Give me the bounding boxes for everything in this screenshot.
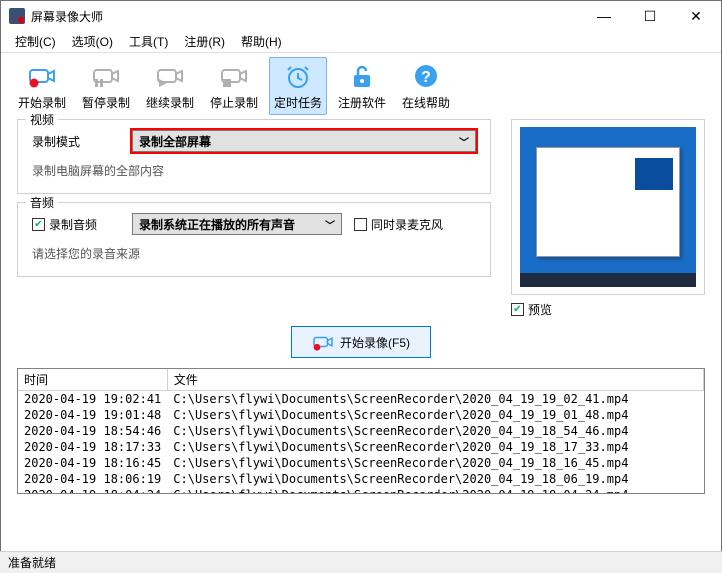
cell-file: C:\Users\flywi\Documents\ScreenRecorder\… [167, 439, 703, 455]
start-record-button[interactable]: 开始录制 [13, 57, 71, 115]
toolbar-label: 定时任务 [274, 94, 322, 111]
start-recording-button[interactable]: 开始录像(F5) [291, 326, 431, 358]
table-row[interactable]: 2020-04-19 18:04:24C:\Users\flywi\Docume… [18, 487, 704, 494]
checkbox-label: 录制音频 [49, 216, 97, 233]
toolbar-label: 继续录制 [146, 94, 194, 111]
menu-control[interactable]: 控制(C) [7, 31, 64, 52]
minimize-button[interactable]: — [581, 1, 627, 31]
preview-box [511, 119, 705, 295]
table-row[interactable]: 2020-04-19 18:06:19C:\Users\flywi\Docume… [18, 471, 704, 487]
button-label: 开始录像(F5) [340, 334, 410, 351]
recordings-table[interactable]: 时间 文件 2020-04-19 19:02:41C:\Users\flywi\… [17, 368, 705, 494]
status-text: 准备就绪 [8, 554, 56, 571]
help-online-button[interactable]: ? 在线帮助 [397, 57, 455, 115]
cell-file: C:\Users\flywi\Documents\ScreenRecorder\… [167, 423, 703, 439]
chevron-down-icon: ﹀ [459, 134, 469, 149]
checkbox-label: 预览 [528, 301, 552, 318]
timer-task-button[interactable]: 定时任务 [269, 57, 327, 115]
checkbox-icon [354, 218, 367, 231]
cell-time: 2020-04-19 18:54:46 [18, 423, 167, 439]
table-row[interactable]: 2020-04-19 19:01:48C:\Users\flywi\Docume… [18, 407, 704, 423]
lock-icon [348, 62, 376, 90]
checkbox-icon: ✔ [32, 218, 45, 231]
audio-groupbox: 音频 ✔ 录制音频 录制系统正在播放的所有声音 ﹀ 同时录麦克风 [17, 202, 491, 277]
toolbar-label: 开始录制 [18, 94, 66, 111]
preview-image [520, 127, 696, 287]
table-row[interactable]: 2020-04-19 18:16:45C:\Users\flywi\Docume… [18, 455, 704, 471]
cell-file: C:\Users\flywi\Documents\ScreenRecorder\… [167, 487, 703, 494]
checkbox-label: 同时录麦克风 [371, 216, 443, 233]
camera-icon [220, 62, 248, 90]
video-legend: 视频 [26, 111, 58, 128]
toolbar-label: 停止录制 [210, 94, 258, 111]
cell-time: 2020-04-19 18:16:45 [18, 455, 167, 471]
toolbar: 开始录制 暂停录制 继续录制 停止录制 定时任务 注册软件 ? 在线帮助 [1, 53, 721, 119]
resume-record-button[interactable]: 继续录制 [141, 57, 199, 115]
statusbar: 准备就绪 [0, 551, 722, 573]
cell-time: 2020-04-19 18:06:19 [18, 471, 167, 487]
audio-legend: 音频 [26, 194, 58, 211]
pause-record-button[interactable]: 暂停录制 [77, 57, 135, 115]
menu-tools[interactable]: 工具(T) [121, 31, 176, 52]
menu-register[interactable]: 注册(R) [176, 31, 233, 52]
record-audio-checkbox[interactable]: ✔ 录制音频 [32, 216, 132, 233]
col-file[interactable]: 文件 [167, 369, 703, 391]
cell-time: 2020-04-19 19:02:41 [18, 391, 167, 408]
chevron-down-icon: ﹀ [325, 217, 335, 232]
cell-time: 2020-04-19 18:04:24 [18, 487, 167, 494]
maximize-button[interactable]: ☐ [627, 1, 673, 31]
cell-file: C:\Users\flywi\Documents\ScreenRecorder\… [167, 391, 703, 408]
checkbox-icon: ✔ [511, 303, 524, 316]
toolbar-label: 注册软件 [338, 94, 386, 111]
preview-checkbox[interactable]: ✔ 预览 [511, 301, 705, 318]
camera-icon [92, 62, 120, 90]
video-hint: 录制电脑屏幕的全部内容 [32, 162, 476, 179]
help-icon: ? [412, 62, 440, 90]
cell-time: 2020-04-19 19:01:48 [18, 407, 167, 423]
app-icon [9, 8, 25, 24]
table-row[interactable]: 2020-04-19 19:02:41C:\Users\flywi\Docume… [18, 391, 704, 408]
table-row[interactable]: 2020-04-19 18:17:33C:\Users\flywi\Docume… [18, 439, 704, 455]
toolbar-label: 暂停录制 [82, 94, 130, 111]
cell-file: C:\Users\flywi\Documents\ScreenRecorder\… [167, 455, 703, 471]
video-groupbox: 视频 录制模式 录制全部屏幕 ﹀ 录制电脑屏幕的全部内容 [17, 119, 491, 194]
audio-source-combo[interactable]: 录制系统正在播放的所有声音 ﹀ [132, 213, 342, 235]
also-mic-checkbox[interactable]: 同时录麦克风 [354, 216, 443, 233]
cell-file: C:\Users\flywi\Documents\ScreenRecorder\… [167, 471, 703, 487]
menu-options[interactable]: 选项(O) [64, 31, 121, 52]
register-button[interactable]: 注册软件 [333, 57, 391, 115]
toolbar-label: 在线帮助 [402, 94, 450, 111]
titlebar: 屏幕录像大师 — ☐ ✕ [1, 1, 721, 31]
cell-time: 2020-04-19 18:17:33 [18, 439, 167, 455]
close-button[interactable]: ✕ [673, 1, 719, 31]
camera-icon [312, 333, 334, 351]
table-row[interactable]: 2020-04-19 18:54:46C:\Users\flywi\Docume… [18, 423, 704, 439]
audio-hint: 请选择您的录音来源 [32, 245, 476, 262]
camera-icon [156, 62, 184, 90]
combo-value: 录制全部屏幕 [139, 133, 211, 150]
menu-help[interactable]: 帮助(H) [233, 31, 290, 52]
clock-icon [284, 62, 312, 90]
stop-record-button[interactable]: 停止录制 [205, 57, 263, 115]
window-title: 屏幕录像大师 [31, 8, 581, 25]
menubar: 控制(C) 选项(O) 工具(T) 注册(R) 帮助(H) [1, 31, 721, 53]
record-mode-combo[interactable]: 录制全部屏幕 ﹀ [132, 130, 476, 152]
mode-label: 录制模式 [32, 133, 132, 150]
col-time[interactable]: 时间 [18, 369, 167, 391]
combo-value: 录制系统正在播放的所有声音 [139, 216, 295, 233]
cell-file: C:\Users\flywi\Documents\ScreenRecorder\… [167, 407, 703, 423]
camera-icon [28, 62, 56, 90]
svg-text:?: ? [421, 69, 431, 86]
